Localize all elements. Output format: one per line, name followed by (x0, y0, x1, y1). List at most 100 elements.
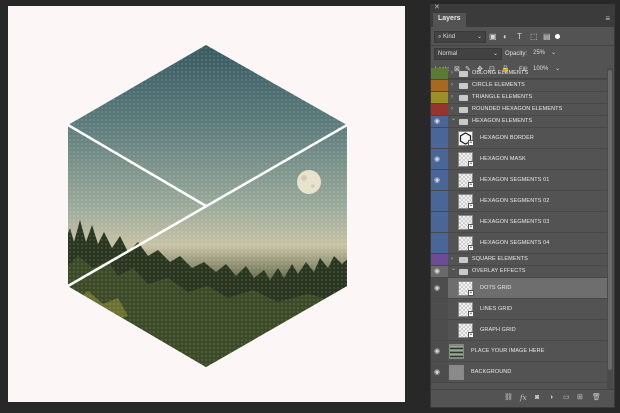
visibility-toggle[interactable]: ◉ (431, 170, 448, 190)
layer-row[interactable]: › TRIANGLE ELEMENTS (431, 92, 607, 104)
layer-name: DOTS GRID (480, 284, 512, 291)
blend-mode-value: Normal (438, 51, 458, 57)
close-icon[interactable]: ✕ (434, 3, 440, 11)
folder-icon (459, 269, 468, 275)
eye-icon[interactable]: ◉ (434, 176, 440, 184)
smart-object-icon: + (468, 224, 474, 230)
shape-filter-icon[interactable]: ⬚ (530, 31, 538, 43)
layer-row[interactable]: + LINES GRID (431, 299, 607, 320)
new-group-icon[interactable]: ▭ (563, 394, 570, 402)
layer-row[interactable]: › ROUNDED HEXAGON ELEMENTS (431, 104, 607, 116)
layer-row[interactable]: ◉ BACKGROUND (431, 362, 607, 383)
panel-header-strip: ✕ (431, 3, 614, 13)
smart-object-filter-icon[interactable]: ▤ (543, 31, 551, 43)
visibility-toggle[interactable]: ◉ (431, 362, 448, 382)
visibility-toggle[interactable]: ◉ (431, 278, 448, 298)
layer-name: OBLONG ELEMENTS (472, 70, 529, 76)
visibility-toggle[interactable] (431, 191, 448, 211)
layer-row[interactable]: ◉ + HEXAGON SEGMENTS 01 (431, 170, 607, 191)
image-thumbnail (449, 344, 464, 359)
visibility-toggle[interactable] (431, 68, 448, 79)
visibility-toggle[interactable] (431, 233, 448, 253)
smart-object-icon: + (468, 203, 474, 209)
chevron-right-icon[interactable]: › (451, 70, 453, 76)
mask-icon[interactable]: ◙ (535, 394, 539, 402)
fx-icon[interactable]: fx (520, 394, 527, 402)
layer-row[interactable]: ◉ ⌄ OVERLAY EFFECTS (431, 266, 607, 278)
layer-name: HEXAGON SEGMENTS 04 (480, 239, 550, 246)
layer-name: TRIANGLE ELEMENTS (472, 94, 533, 100)
smart-object-icon: + (468, 245, 474, 251)
filter-toggle-icon[interactable] (555, 34, 560, 39)
smart-object-icon: + (468, 161, 474, 167)
layers-list: › OBLONG ELEMENTS › CIRCLE ELEMENTS › TRIANGL… (431, 68, 614, 389)
chevron-right-icon[interactable]: › (451, 82, 453, 88)
link-icon[interactable]: ⛓ (504, 394, 513, 402)
folder-icon (459, 257, 468, 263)
visibility-toggle[interactable] (431, 80, 448, 91)
document-canvas[interactable] (8, 6, 405, 402)
visibility-toggle[interactable]: ◉ (431, 266, 448, 277)
layer-row[interactable]: + GRAPH GRID (431, 320, 607, 341)
panel-tabbar: Layers ≡ (431, 13, 614, 27)
filter-kind-select[interactable]: ⌕ Kind ⌄ (434, 31, 486, 43)
panel-menu-icon[interactable]: ≡ (605, 15, 610, 23)
adjustment-icon[interactable]: ◑ (549, 394, 553, 402)
layer-row[interactable]: › CIRCLE ELEMENTS (431, 80, 607, 92)
chevron-down-icon: ⌄ (492, 51, 498, 57)
eye-icon[interactable]: ◉ (434, 284, 440, 292)
trash-icon[interactable]: 🗑 (592, 394, 601, 402)
layer-row[interactable]: ◉ PLACE YOUR IMAGE HERE (431, 341, 607, 362)
layer-row[interactable]: ◉ + HEXAGON MASK (431, 149, 607, 170)
opacity-label: Opacity: (505, 51, 528, 57)
chevron-right-icon[interactable]: › (451, 106, 453, 112)
visibility-toggle[interactable] (431, 128, 448, 148)
layer-name: HEXAGON BORDER (480, 134, 534, 141)
layer-row[interactable]: + HEXAGON SEGMENTS 04 (431, 233, 607, 254)
smart-object-icon: + (468, 290, 474, 296)
visibility-toggle[interactable] (431, 320, 448, 340)
visibility-toggle[interactable] (431, 254, 448, 265)
adjustment-filter-icon[interactable]: ◐ (503, 31, 508, 43)
tab-layers[interactable]: Layers (433, 13, 466, 27)
visibility-toggle[interactable]: ◉ (431, 341, 448, 361)
chevron-down-icon[interactable]: ⌄ (451, 265, 456, 272)
chevron-down-icon[interactable]: ⌄ (451, 115, 456, 122)
layer-name: GRAPH GRID (480, 326, 516, 333)
image-filter-icon[interactable]: ▣ (489, 31, 497, 43)
eye-icon[interactable]: ◉ (434, 155, 440, 163)
smart-object-icon: + (468, 332, 474, 338)
visibility-toggle[interactable] (431, 92, 448, 103)
layer-row[interactable]: + HEXAGON SEGMENTS 03 (431, 212, 607, 233)
background-thumbnail (449, 365, 464, 380)
layers-panel: ✕ Layers ≡ ⌕ Kind ⌄ ▣ ◐ T ⬚ ▤ Normal ⌄ O… (430, 4, 615, 408)
eye-icon[interactable]: ◉ (434, 117, 440, 125)
chevron-right-icon[interactable]: › (451, 94, 453, 100)
eye-icon[interactable]: ◉ (434, 347, 440, 355)
folder-icon (459, 71, 468, 77)
layer-row[interactable]: › OBLONG ELEMENTS (431, 68, 607, 80)
visibility-toggle[interactable] (431, 104, 448, 115)
layer-row[interactable]: ◉ ⌄ HEXAGON ELEMENTS (431, 116, 607, 128)
opacity-input[interactable]: 25% ⌄ (530, 48, 556, 60)
visibility-toggle[interactable]: ◉ (431, 116, 448, 127)
eye-icon[interactable]: ◉ (434, 368, 440, 376)
visibility-toggle[interactable] (431, 299, 448, 319)
layers-scrollbar[interactable] (607, 68, 613, 389)
blend-mode-select[interactable]: Normal ⌄ (434, 48, 502, 60)
layer-row[interactable]: + HEXAGON BORDER (431, 128, 607, 149)
new-layer-icon[interactable]: ⊞ (577, 394, 583, 402)
layer-name: ROUNDED HEXAGON ELEMENTS (472, 106, 563, 112)
folder-icon (459, 107, 468, 113)
smart-object-icon: + (468, 140, 474, 146)
scrollbar-thumb[interactable] (608, 70, 612, 370)
layer-row[interactable]: + HEXAGON SEGMENTS 02 (431, 191, 607, 212)
layer-name: LINES GRID (480, 305, 513, 312)
type-filter-icon[interactable]: T (517, 31, 522, 43)
visibility-toggle[interactable] (431, 212, 448, 232)
visibility-toggle[interactable]: ◉ (431, 149, 448, 169)
layer-row[interactable]: › SQUARE ELEMENTS (431, 254, 607, 266)
layer-row[interactable]: ◉ + DOTS GRID (431, 278, 607, 299)
chevron-right-icon[interactable]: › (451, 256, 453, 262)
eye-icon[interactable]: ◉ (434, 267, 440, 275)
